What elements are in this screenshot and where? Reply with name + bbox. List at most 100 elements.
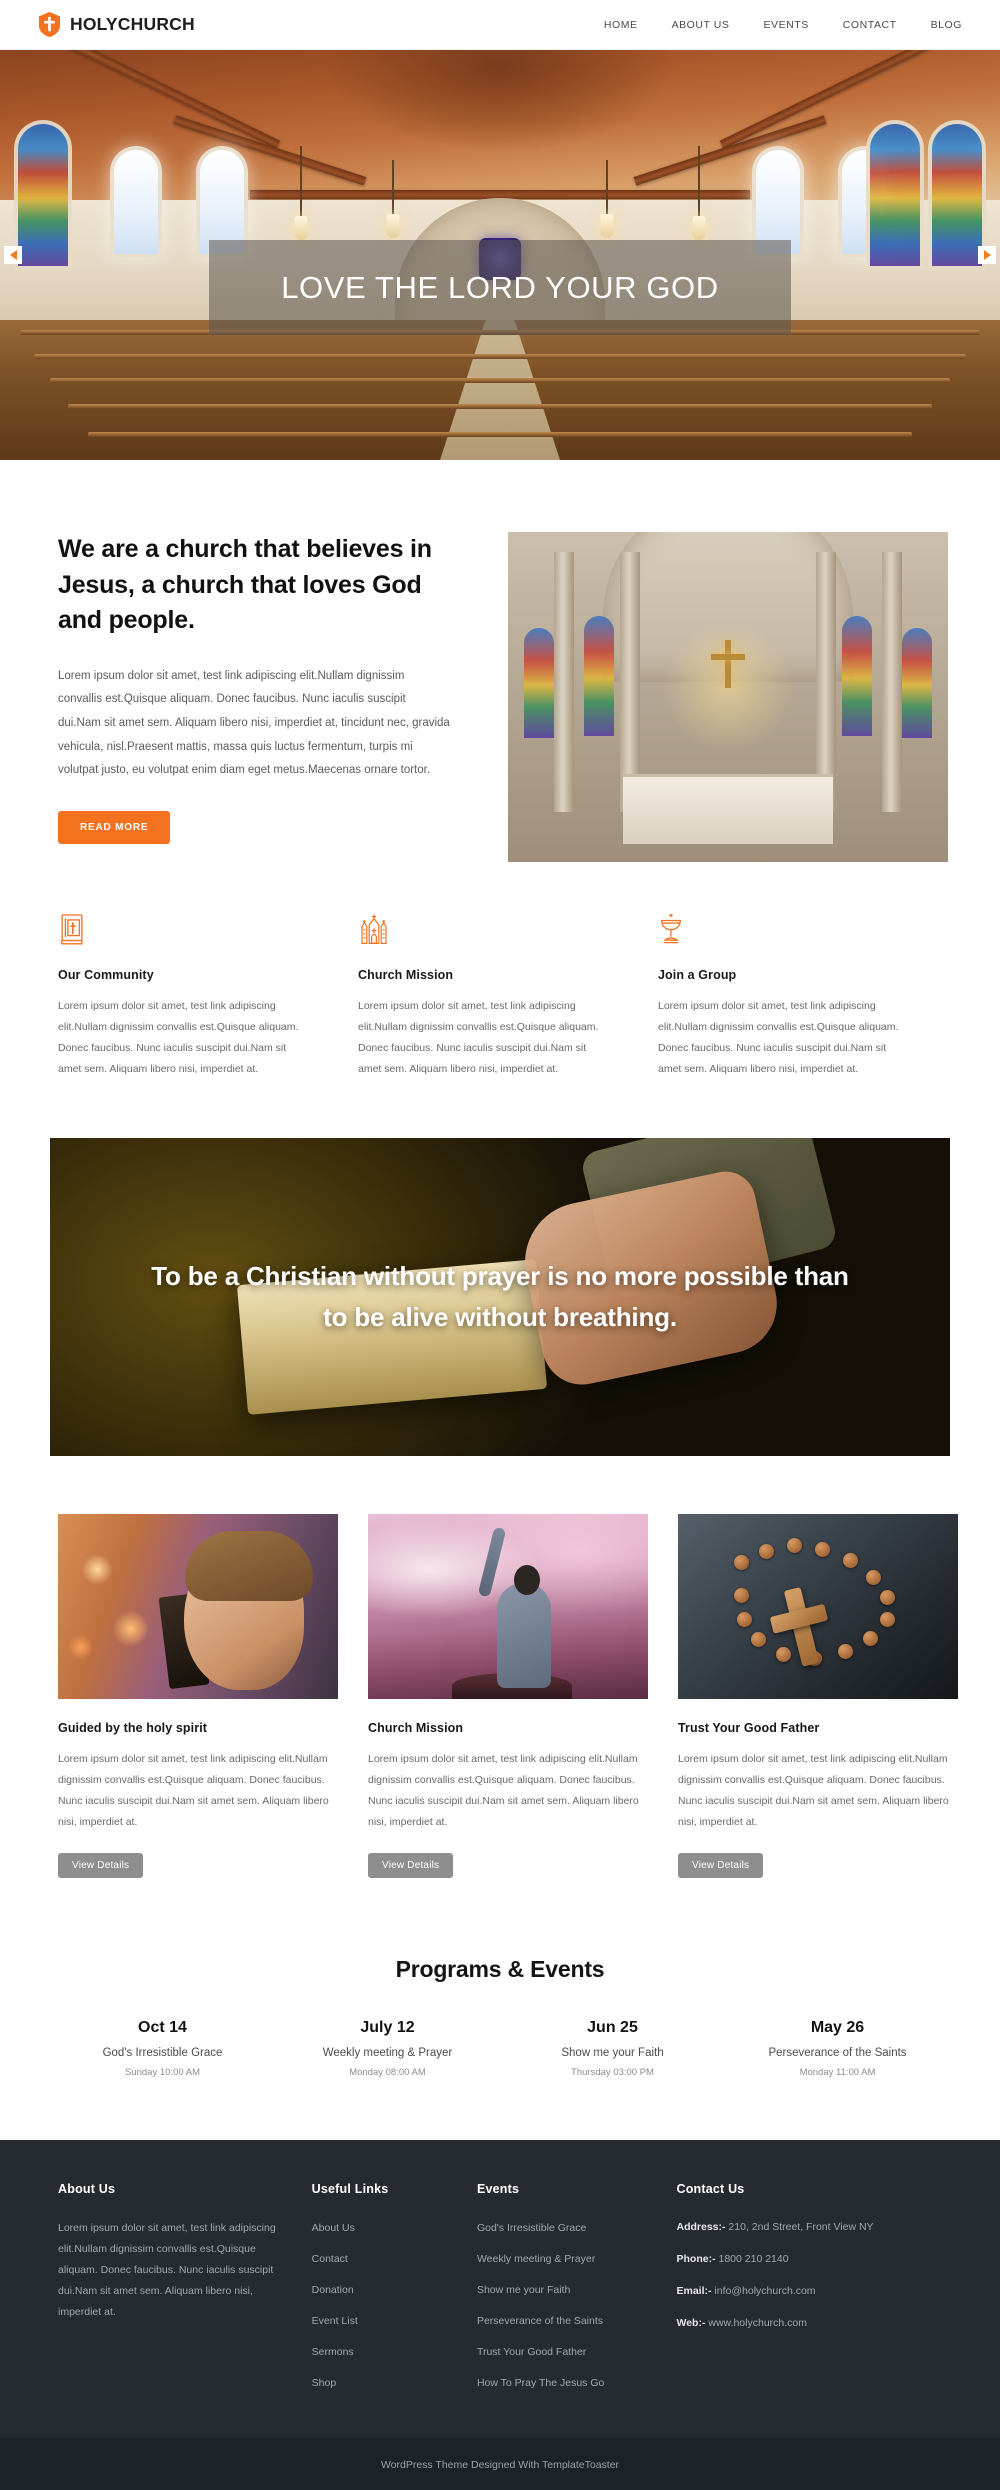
footer-link-donation[interactable]: Donation	[312, 2284, 354, 2296]
card-title: Trust Your Good Father	[678, 1721, 820, 1735]
list-item: Weekly meeting & Prayer	[477, 2249, 647, 2267]
feature-text: Lorem ipsum dolor sit amet, test link ad…	[658, 1000, 899, 1075]
feature-title: Join a Group	[658, 968, 737, 982]
hero-caption-panel: LOVE THE LORD YOUR GOD	[209, 240, 791, 335]
contact-web-value[interactable]: www.holychurch.com	[708, 2317, 807, 2329]
arrow-right-icon[interactable]	[978, 246, 996, 264]
stained-glass-window	[14, 120, 72, 270]
footer-event-link[interactable]: Show me your Faith	[477, 2284, 570, 2296]
footer-link-event-list[interactable]: Event List	[312, 2315, 358, 2327]
view-details-button[interactable]: View Details	[58, 1853, 144, 1878]
card-church-mission: Church Mission Lorem ipsum dolor sit ame…	[368, 1514, 648, 1878]
about-body: Lorem ipsum dolor sit amet, test link ad…	[58, 669, 450, 777]
brand-name: HOLYCHURCH	[70, 14, 195, 34]
footer-about-title: About Us	[58, 2182, 116, 2196]
footer-about-text: Lorem ipsum dolor sit amet, test link ad…	[58, 2222, 276, 2318]
contact-email-line: Email:- info@holychurch.com	[676, 2282, 920, 2302]
list-item: God's Irresistible Grace	[477, 2218, 647, 2236]
chalice-icon	[658, 912, 902, 952]
card-trust-your-good-father: Trust Your Good Father Lorem ipsum dolor…	[678, 1514, 958, 1878]
event-time: Monday 11:00 AM	[799, 2067, 876, 2078]
nav-item-contact[interactable]: CONTACT	[843, 19, 897, 31]
highlight-cards: Guided by the holy spirit Lorem ipsum do…	[50, 1514, 958, 1928]
footer-link-contact[interactable]: Contact	[312, 2253, 348, 2265]
quote-banner: To be a Christian without prayer is no m…	[50, 1138, 950, 1456]
footer-event-link[interactable]: Trust Your Good Father	[477, 2346, 586, 2358]
contact-email-value[interactable]: info@holychurch.com	[714, 2285, 815, 2297]
event-time: Monday 08:00 AM	[349, 2067, 426, 2078]
feature-title: Our Community	[58, 968, 154, 982]
stained-glass-window	[866, 120, 924, 270]
footer-link-sermons[interactable]: Sermons	[312, 2346, 354, 2358]
event-item[interactable]: May 26 Perseverance of the Saints Monday…	[725, 2019, 950, 2078]
feature-text: Lorem ipsum dolor sit amet, test link ad…	[58, 1000, 299, 1075]
footer-useful-links-title: Useful Links	[311, 2182, 389, 2196]
card-text: Lorem ipsum dolor sit amet, test link ad…	[368, 1753, 639, 1828]
footer-copyright-bar: WordPress Theme Designed With TemplateTo…	[0, 2438, 1000, 2490]
feature-our-community: Our Community Lorem ipsum dolor sit amet…	[50, 912, 350, 1080]
list-item: Donation	[312, 2280, 447, 2298]
bible-cross-icon	[58, 912, 302, 952]
nav-item-about-us[interactable]: ABOUT US	[672, 19, 730, 31]
card-image	[58, 1514, 338, 1699]
about-section: We are a church that believes in Jesus, …	[50, 460, 950, 904]
copyright-text: WordPress Theme Designed With TemplateTo…	[380, 2459, 620, 2471]
church-building-icon	[358, 912, 602, 952]
footer-contact-column: Contact Us Address:- 210, 2nd Street, Fr…	[676, 2182, 950, 2404]
footer-event-link[interactable]: God's Irresistible Grace	[477, 2222, 586, 2234]
view-details-button[interactable]: View Details	[678, 1853, 764, 1878]
card-title: Guided by the holy spirit	[58, 1721, 208, 1735]
list-item: Shop	[312, 2373, 447, 2391]
card-text: Lorem ipsum dolor sit amet, test link ad…	[58, 1753, 329, 1828]
list-item: About Us	[312, 2218, 447, 2236]
event-item[interactable]: Oct 14 God's Irresistible Grace Sunday 1…	[50, 2019, 275, 2078]
contact-web-label: Web:-	[676, 2316, 706, 2329]
hero-slider: LOVE THE LORD YOUR GOD	[0, 50, 1000, 460]
brand-logo[interactable]: HOLYCHURCH	[38, 12, 195, 37]
nav-item-events[interactable]: EVENTS	[763, 19, 808, 31]
nav-item-blog[interactable]: BLOG	[931, 19, 962, 31]
card-title: Church Mission	[368, 1721, 464, 1735]
contact-email-label: Email:-	[676, 2284, 712, 2297]
event-name: Perseverance of the Saints	[768, 2047, 907, 2059]
about-heading: We are a church that believes in Jesus, …	[58, 535, 432, 634]
card-guided-by-the-holy-spirit: Guided by the holy spirit Lorem ipsum do…	[58, 1514, 338, 1878]
feature-title: Church Mission	[358, 968, 454, 982]
pew-seating	[0, 320, 1000, 460]
main-navigation: HOME ABOUT US EVENTS CONTACT BLOG	[604, 19, 962, 31]
footer-useful-links-list: About Us Contact Donation Event List Ser…	[312, 2218, 447, 2391]
list-item: Contact	[312, 2249, 447, 2267]
contact-address-value: 210, 2nd Street, Front View NY	[728, 2221, 874, 2233]
contact-phone-line: Phone:- 1800 210 2140	[676, 2250, 920, 2270]
footer-link-shop[interactable]: Shop	[312, 2377, 337, 2389]
feature-join-a-group: Join a Group Lorem ipsum dolor sit amet,…	[650, 912, 950, 1080]
footer-event-link[interactable]: Weekly meeting & Prayer	[477, 2253, 595, 2265]
list-item: Show me your Faith	[477, 2280, 647, 2298]
features-section: Our Community Lorem ipsum dolor sit amet…	[50, 904, 950, 1138]
footer-event-link[interactable]: How To Pray The Jesus Go	[477, 2377, 604, 2389]
event-date: Oct 14	[138, 2019, 187, 2036]
card-text: Lorem ipsum dolor sit amet, test link ad…	[678, 1753, 949, 1828]
footer-event-link[interactable]: Perseverance of the Saints	[477, 2315, 603, 2327]
view-details-button[interactable]: View Details	[368, 1853, 454, 1878]
read-more-button[interactable]: READ MORE	[58, 810, 171, 844]
arrow-left-icon[interactable]	[4, 246, 22, 264]
hero-headline: LOVE THE LORD YOUR GOD	[281, 269, 719, 305]
event-item[interactable]: Jun 25 Show me your Faith Thursday 03:00…	[500, 2019, 725, 2078]
crucifix-icon	[711, 640, 745, 688]
contact-address-line: Address:- 210, 2nd Street, Front View NY	[676, 2218, 920, 2238]
footer-events-column: Events God's Irresistible Grace Weekly m…	[477, 2182, 677, 2404]
footer-about-column: About Us Lorem ipsum dolor sit amet, tes…	[50, 2182, 312, 2404]
nav-item-home[interactable]: HOME	[604, 19, 638, 31]
event-item[interactable]: July 12 Weekly meeting & Prayer Monday 0…	[275, 2019, 500, 2078]
events-grid: Oct 14 God's Irresistible Grace Sunday 1…	[50, 2019, 950, 2078]
event-time: Sunday 10:00 AM	[125, 2067, 200, 2078]
about-image	[508, 532, 948, 862]
list-item: How To Pray The Jesus Go	[477, 2373, 647, 2391]
card-image	[368, 1514, 648, 1699]
list-item: Perseverance of the Saints	[477, 2311, 647, 2329]
contact-web-line: Web:- www.holychurch.com	[676, 2314, 920, 2334]
footer-link-about-us[interactable]: About Us	[312, 2222, 355, 2234]
shield-cross-icon	[38, 12, 61, 37]
footer-events-list: God's Irresistible Grace Weekly meeting …	[477, 2218, 647, 2391]
